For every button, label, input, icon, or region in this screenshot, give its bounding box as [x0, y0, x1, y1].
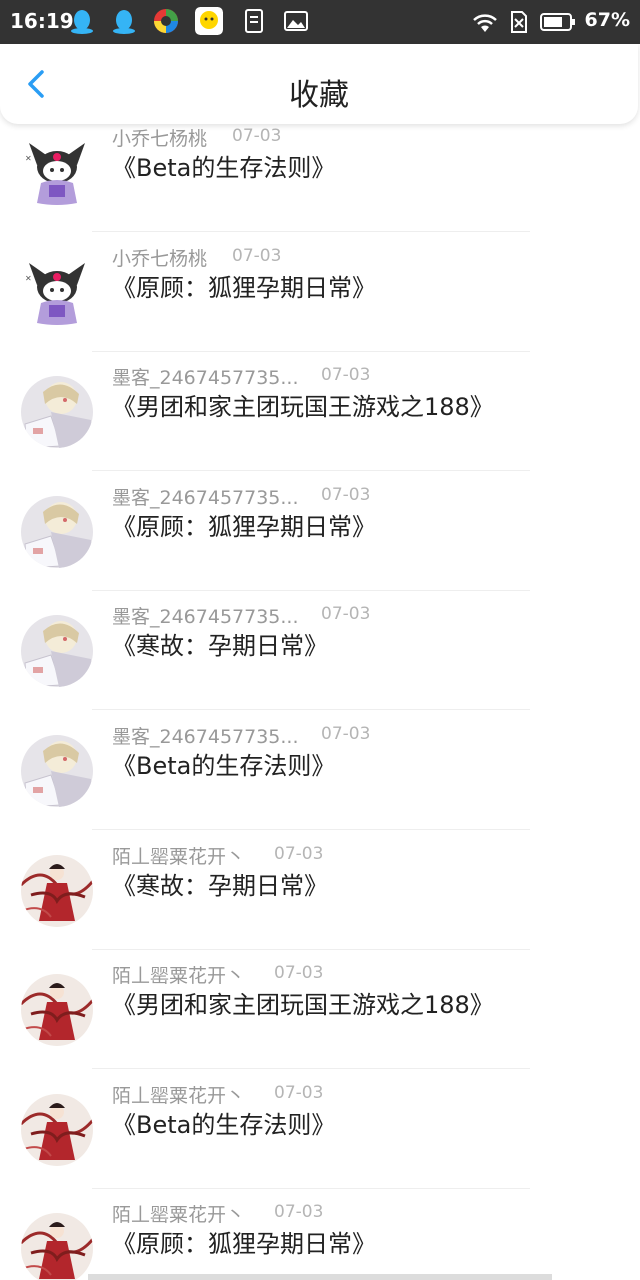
- list-item[interactable]: 墨客_2467457735... 07-03 《原顾：狐狸孕期日常》: [0, 471, 640, 591]
- date: 07-03: [274, 1202, 324, 1223]
- book-title[interactable]: 《男团和家主团玩国王游戏之188》: [112, 387, 494, 422]
- username: 陌丄罂粟花开丶: [112, 965, 246, 988]
- book-title[interactable]: 《寒故：孕期日常》: [112, 866, 328, 901]
- list-item[interactable]: 墨客_2467457735... 07-03 《Beta的生存法则》: [0, 710, 640, 830]
- status-time: 16:19: [10, 9, 74, 33]
- avatar[interactable]: ✕: [21, 137, 93, 209]
- svg-text:✕: ✕: [25, 274, 32, 283]
- avatar[interactable]: [21, 854, 93, 927]
- colorful-app-icon: [154, 9, 178, 33]
- list-item[interactable]: 墨客_2467457735... 07-03 《男团和家主团玩国王游戏之188》: [0, 351, 640, 472]
- document-icon: [245, 9, 263, 33]
- book-title[interactable]: 《原顾：狐狸孕期日常》: [112, 507, 376, 542]
- avatar[interactable]: [21, 495, 93, 568]
- list-item[interactable]: 墨客_2467457735... 07-03 《寒故：孕期日常》: [0, 590, 640, 711]
- page-title: 收藏: [289, 78, 349, 113]
- avatar[interactable]: [21, 735, 93, 807]
- username: 小乔七杨桃: [112, 128, 208, 150]
- avatar[interactable]: [21, 1093, 93, 1166]
- battery-icon: [540, 13, 575, 31]
- book-title[interactable]: 《Beta的生存法则》: [112, 148, 335, 183]
- date: 07-03: [232, 126, 282, 146]
- avatar[interactable]: [21, 376, 93, 449]
- book-title[interactable]: 《Beta的生存法则》: [112, 746, 335, 781]
- favorites-list: ✕ 小乔七杨桃 07-03 《Beta的生存法则》 ✕ 小乔七杨桃 07-03 《原顾：狐狸孕…: [0, 124, 640, 1280]
- list-item[interactable]: ✕ 小乔七杨桃 07-03 《Beta的生存法则》: [0, 124, 640, 232]
- avatar[interactable]: [21, 974, 93, 1047]
- book-title[interactable]: 《原顾：狐狸孕期日常》: [112, 1224, 376, 1259]
- username: 陌丄罂粟花开丶: [112, 845, 246, 868]
- no-sim-icon: [511, 11, 527, 33]
- avatar[interactable]: [21, 615, 93, 688]
- date: 07-03: [274, 963, 324, 984]
- date: 07-03: [321, 724, 371, 744]
- wifi-icon: [473, 14, 497, 32]
- username: 小乔七杨桃: [112, 247, 208, 270]
- date: 07-03: [232, 245, 282, 266]
- username: 墨客_2467457735...: [112, 367, 299, 390]
- qq-icon: [71, 10, 93, 34]
- list-item[interactable]: 陌丄罂粟花开丶 07-03 《寒故：孕期日常》: [0, 830, 640, 950]
- list-item[interactable]: 陌丄罂粟花开丶 07-03 《原顾：狐狸孕期日常》: [0, 1188, 640, 1280]
- username: 陌丄罂粟花开丶: [112, 1084, 246, 1107]
- book-title[interactable]: 《寒故：孕期日常》: [112, 626, 328, 661]
- username: 墨客_2467457735...: [112, 486, 299, 509]
- date: 07-03: [321, 604, 371, 625]
- nav-bar: 收藏: [0, 44, 638, 124]
- date: 07-03: [274, 843, 324, 864]
- chat-app-icon: [195, 7, 223, 35]
- username: 墨客_2467457735...: [112, 726, 299, 748]
- book-title[interactable]: 《原顾：狐狸孕期日常》: [112, 268, 376, 303]
- username: 陌丄罂粟花开丶: [112, 1204, 246, 1227]
- bottom-tab-hint: [88, 1274, 552, 1280]
- status-bar: 16:19 67%: [0, 0, 640, 44]
- list-item[interactable]: ✕ 小乔七杨桃 07-03 《原顾：狐狸孕期日常》: [0, 232, 640, 352]
- battery-percent: 67%: [584, 9, 630, 31]
- image-icon: [284, 11, 308, 31]
- qq-icon: [113, 10, 135, 34]
- avatar[interactable]: ✕: [21, 256, 93, 329]
- list-item[interactable]: 陌丄罂粟花开丶 07-03 《男团和家主团玩国王游戏之188》: [0, 949, 640, 1070]
- date: 07-03: [321, 365, 371, 386]
- book-title[interactable]: 《男团和家主团玩国王游戏之188》: [112, 985, 494, 1020]
- date: 07-03: [321, 484, 371, 505]
- book-title[interactable]: 《Beta的生存法则》: [112, 1105, 335, 1140]
- list-item[interactable]: 陌丄罂粟花开丶 07-03 《Beta的生存法则》: [0, 1069, 640, 1189]
- date: 07-03: [274, 1082, 324, 1103]
- svg-text:✕: ✕: [25, 154, 32, 163]
- avatar[interactable]: [21, 1213, 93, 1280]
- username: 墨客_2467457735...: [112, 606, 299, 629]
